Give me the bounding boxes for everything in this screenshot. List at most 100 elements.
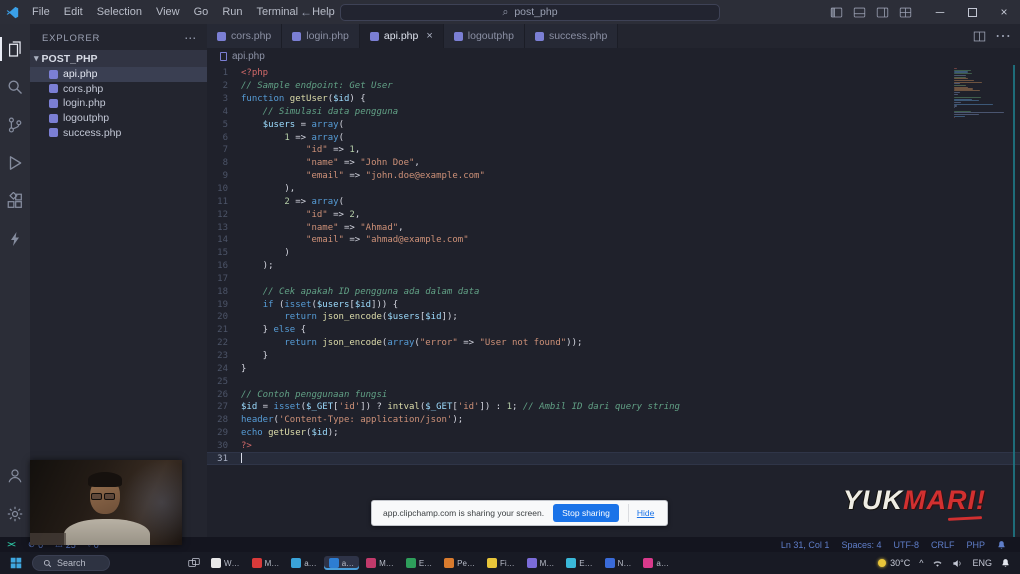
maximize-button[interactable] <box>956 0 988 24</box>
code-line-21[interactable]: 21 } else { <box>207 324 1020 337</box>
menu-item-view[interactable]: View <box>149 3 187 21</box>
file-item-login.php[interactable]: login.php <box>30 96 207 111</box>
breadcrumb[interactable]: api.php <box>207 48 1020 65</box>
code-line-16[interactable]: 16 ); <box>207 260 1020 273</box>
code-line-11[interactable]: 11 2 => array( <box>207 195 1020 208</box>
tab-logoutphp[interactable]: logoutphp <box>443 24 525 48</box>
taskbar-app-3[interactable]: a… <box>286 556 321 570</box>
indentation-setting[interactable]: Spaces: 4 <box>835 537 887 552</box>
taskbar-app-9[interactable]: M… <box>522 556 560 570</box>
code-line-2[interactable]: 2 // Sample endpoint: Get User <box>207 80 1020 93</box>
code-line-7[interactable]: 7 "id" => 1, <box>207 144 1020 157</box>
extensions-icon[interactable] <box>0 182 30 220</box>
taskbar-app-2[interactable]: M… <box>247 556 285 570</box>
code-line-1[interactable]: 1 <?php <box>207 67 1020 80</box>
taskbar-app-12[interactable]: a… <box>638 556 673 570</box>
code-line-9[interactable]: 9 "email" => "john.doe@example.com" <box>207 170 1020 183</box>
code-line-18[interactable]: 18 // Cek apakah ID pengguna ada dalam d… <box>207 285 1020 298</box>
weather-widget[interactable]: 30°C <box>878 558 910 568</box>
notifications-bell-icon[interactable] <box>991 537 1012 552</box>
cursor-position[interactable]: Ln 31, Col 1 <box>775 537 836 552</box>
file-item-api.php[interactable]: api.php <box>30 67 207 82</box>
explorer-icon[interactable] <box>0 30 30 68</box>
tab-success.php[interactable]: success.php <box>524 24 619 48</box>
code-line-27[interactable]: 27 $id = isset($_GET['id']) ? intval($_GE… <box>207 401 1020 414</box>
split-editor-icon[interactable] <box>973 30 986 43</box>
tab-login.php[interactable]: login.php <box>282 24 360 48</box>
overview-ruler[interactable] <box>1013 65 1015 537</box>
code-line-28[interactable]: 28 header('Content-Type: application/json… <box>207 414 1020 427</box>
code-line-8[interactable]: 8 "name" => "John Doe", <box>207 157 1020 170</box>
code-line-4[interactable]: 4 // Simulasi data pengguna <box>207 106 1020 119</box>
code-line-31[interactable]: 31 <box>207 452 1020 466</box>
taskbar-app-6[interactable]: E… <box>401 556 437 570</box>
menu-item-run[interactable]: Run <box>215 3 249 21</box>
code-line-15[interactable]: 15 ) <box>207 247 1020 260</box>
menu-item-file[interactable]: File <box>25 3 57 21</box>
folder-post-php[interactable]: ▾ POST_PHP <box>30 50 207 67</box>
language-mode[interactable]: PHP <box>960 537 991 552</box>
menu-item-go[interactable]: Go <box>187 3 216 21</box>
history-back-icon[interactable]: ← <box>300 5 312 19</box>
file-item-cors.php[interactable]: cors.php <box>30 82 207 97</box>
eol-setting[interactable]: CRLF <box>925 537 961 552</box>
code-line-14[interactable]: 14 "email" => "ahmad@example.com" <box>207 234 1020 247</box>
code-line-20[interactable]: 20 return json_encode($users[$id]); <box>207 311 1020 324</box>
taskbar-app-1[interactable]: W… <box>206 556 245 570</box>
tab-close-icon[interactable]: × <box>426 30 432 42</box>
menu-item-selection[interactable]: Selection <box>90 3 149 21</box>
remote-indicator-icon[interactable]: >< <box>0 537 22 552</box>
stop-sharing-button[interactable]: Stop sharing <box>553 504 619 522</box>
keyboard-language[interactable]: ENG <box>972 558 992 568</box>
code-line-10[interactable]: 10 ), <box>207 183 1020 196</box>
minimize-button[interactable]: ─ <box>924 0 956 24</box>
toggle-panel-icon[interactable] <box>853 6 866 19</box>
code-line-13[interactable]: 13 "name" => "Ahmad", <box>207 221 1020 234</box>
taskbar-app-8[interactable]: Fi… <box>482 556 520 570</box>
taskbar-app-7[interactable]: Pe… <box>439 556 480 570</box>
menu-item-edit[interactable]: Edit <box>57 3 90 21</box>
code-line-12[interactable]: 12 "id" => 2, <box>207 208 1020 221</box>
search-sidebar-icon[interactable] <box>0 68 30 106</box>
wifi-icon[interactable] <box>932 559 943 568</box>
tray-overflow-icon[interactable]: ^ <box>919 558 923 568</box>
taskbar-app-10[interactable]: E… <box>561 556 597 570</box>
thunder-client-icon[interactable] <box>0 220 30 258</box>
task-view-icon[interactable] <box>188 557 200 569</box>
taskbar-app-5[interactable]: M… <box>361 556 399 570</box>
code-line-19[interactable]: 19 if (isset($users[$id])) { <box>207 298 1020 311</box>
code-line-6[interactable]: 6 1 => array( <box>207 131 1020 144</box>
more-actions-icon[interactable]: ⋯ <box>995 26 1011 46</box>
toggle-sidebar-icon[interactable] <box>830 6 843 19</box>
hide-share-bar-link[interactable]: Hide <box>627 504 662 522</box>
settings-gear-icon[interactable] <box>0 495 30 533</box>
code-line-3[interactable]: 3 function getUser($id) { <box>207 93 1020 106</box>
notification-center-icon[interactable] <box>1001 558 1010 568</box>
close-button[interactable]: × <box>988 0 1020 24</box>
file-item-logoutphp[interactable]: logoutphp <box>30 111 207 126</box>
file-item-success.php[interactable]: success.php <box>30 125 207 140</box>
webcam-overlay[interactable] <box>30 460 182 545</box>
tab-api.php[interactable]: api.php × <box>359 24 444 48</box>
run-debug-icon[interactable] <box>0 144 30 182</box>
command-center-search[interactable]: ⌕ post_php <box>340 3 720 21</box>
code-line-22[interactable]: 22 return json_encode(array("error" => "… <box>207 337 1020 350</box>
start-button-icon[interactable] <box>6 557 26 569</box>
taskbar-app-4[interactable]: a… <box>323 556 360 570</box>
code-line-25[interactable]: 25 <box>207 375 1020 388</box>
toggle-secondary-sidebar-icon[interactable] <box>876 6 889 19</box>
code-line-26[interactable]: 26 // Contoh penggunaan fungsi <box>207 388 1020 401</box>
minimap[interactable] <box>954 68 1006 121</box>
account-icon[interactable] <box>0 457 30 495</box>
code-line-30[interactable]: 30 ?> <box>207 439 1020 452</box>
history-forward-icon[interactable]: → <box>320 5 332 19</box>
taskbar-search[interactable]: Search <box>32 555 110 571</box>
menu-item-terminal[interactable]: Terminal <box>250 3 306 21</box>
code-line-5[interactable]: 5 $users = array( <box>207 118 1020 131</box>
customize-layout-icon[interactable] <box>899 6 912 19</box>
tab-cors.php[interactable]: cors.php <box>207 24 283 48</box>
code-line-23[interactable]: 23 } <box>207 350 1020 363</box>
volume-icon[interactable] <box>952 559 963 568</box>
sidebar-actions-icon[interactable]: ⋯ <box>184 31 197 45</box>
encoding-setting[interactable]: UTF-8 <box>887 537 925 552</box>
